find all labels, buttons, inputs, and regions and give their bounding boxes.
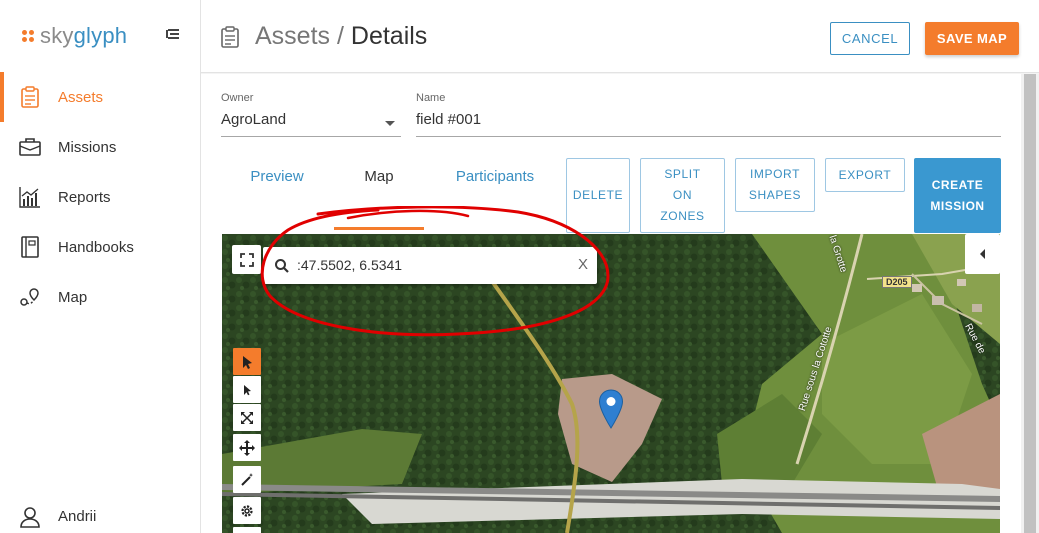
logo-dots-icon [22, 30, 34, 42]
fullscreen-button[interactable] [232, 245, 261, 274]
name-value: field #001 [416, 111, 482, 128]
chart-icon [19, 186, 41, 208]
more-tools-button[interactable] [233, 527, 261, 533]
active-tab-indicator [334, 227, 424, 230]
map-route-icon [19, 286, 41, 308]
create-mission-button[interactable]: CREATE MISSION [914, 158, 1001, 233]
caret-left-icon [979, 249, 985, 259]
resize-icon [241, 411, 253, 424]
sidebar: skyglyph Assets Missions Reports Handboo… [0, 0, 201, 533]
resize-tool-button[interactable] [233, 404, 261, 431]
import-label-1: IMPORT [749, 167, 801, 181]
book-icon [19, 236, 41, 258]
owner-select[interactable]: Owner AgroLand [221, 92, 401, 138]
coordinate-search[interactable]: :47.5502, 6.5341 X [263, 247, 597, 284]
search-icon [275, 259, 289, 273]
split-label-1: SPLIT [664, 167, 701, 181]
breadcrumb-assets[interactable]: Assets [255, 22, 330, 50]
sidebar-item-label: Missions [58, 138, 117, 156]
save-map-button[interactable]: SAVE MAP [925, 22, 1019, 55]
sidebar-item-assets[interactable]: Assets [0, 72, 200, 122]
split-label-2: ON [672, 188, 693, 202]
sidebar-item-label: Map [58, 288, 88, 306]
location-pin-icon[interactable] [598, 389, 624, 429]
scrollbar-thumb[interactable] [1024, 74, 1036, 533]
direct-select-icon [244, 384, 251, 395]
tab-preview[interactable]: Preview [241, 168, 313, 185]
fullscreen-icon [239, 252, 254, 267]
delete-label: DELETE [572, 188, 624, 202]
underline [221, 136, 401, 137]
sidebar-item-missions[interactable]: Missions [0, 122, 200, 172]
sidebar-item-reports[interactable]: Reports [0, 172, 200, 222]
export-button[interactable]: EXPORT [825, 158, 905, 192]
app: skyglyph Assets Missions Reports Handboo… [0, 0, 1039, 533]
page-header: Assets / Details CANCEL SAVE MAP [201, 0, 1039, 73]
panel-toggle-button[interactable] [965, 234, 1000, 274]
clipboard-icon [19, 86, 41, 108]
export-label: EXPORT [838, 167, 892, 182]
delete-button[interactable]: DELETE [566, 158, 630, 233]
select-tool-button[interactable] [233, 348, 261, 375]
magic-wand-icon [241, 472, 253, 486]
settings-tool-button[interactable] [233, 497, 261, 524]
breadcrumb-separator: / [336, 22, 344, 50]
name-label: Name [416, 92, 446, 104]
map-view[interactable]: :47.5502, 6.5341 X D205 Rue sous la Coto… [222, 234, 1000, 533]
underline [416, 136, 1001, 137]
dropdown-caret-icon [385, 121, 395, 126]
sidebar-item-handbooks[interactable]: Handbooks [0, 222, 200, 272]
sidebar-item-label: Assets [58, 88, 104, 106]
user-icon [20, 506, 40, 528]
direct-select-tool-button[interactable] [233, 376, 261, 403]
search-input[interactable]: :47.5502, 6.5341 [297, 257, 402, 273]
user-menu[interactable]: Andrii [0, 500, 200, 533]
create-label-1: CREATE [931, 177, 984, 192]
brand-name: skyglyph [40, 23, 128, 48]
magic-wand-tool-button[interactable] [233, 466, 261, 493]
briefcase-icon [19, 136, 41, 158]
owner-value: AgroLand [221, 111, 287, 128]
sidebar-item-label: Handbooks [58, 238, 134, 256]
sidebar-item-label: Reports [58, 188, 111, 206]
import-label-2: SHAPES [748, 188, 802, 202]
name-field[interactable]: Name field #001 [416, 92, 1001, 138]
split-label-3: ZONES [660, 209, 705, 223]
move-icon [239, 439, 255, 456]
tab-map[interactable]: Map [349, 168, 409, 185]
user-name: Andrii [58, 508, 97, 525]
import-shapes-button[interactable]: IMPORT SHAPES [735, 158, 815, 212]
breadcrumb-current: Details [350, 22, 428, 50]
brand-logo[interactable]: skyglyph [22, 22, 127, 50]
select-arrow-icon [243, 355, 252, 369]
split-on-zones-button[interactable]: SPLIT ON ZONES [640, 158, 725, 233]
create-label-2: MISSION [930, 198, 985, 213]
clipboard-icon [221, 26, 239, 48]
move-tool-button[interactable] [233, 434, 261, 461]
owner-label: Owner [221, 92, 254, 104]
cancel-button[interactable]: CANCEL [830, 22, 910, 55]
sidebar-item-map[interactable]: Map [0, 272, 200, 322]
collapse-menu-icon[interactable] [165, 28, 181, 42]
page-title: Assets / Details [255, 22, 427, 51]
tab-participants[interactable]: Participants [449, 168, 541, 185]
settings-gear-icon [241, 504, 253, 517]
clear-search-button[interactable]: X [578, 256, 588, 273]
road-label: D205 [882, 276, 912, 288]
